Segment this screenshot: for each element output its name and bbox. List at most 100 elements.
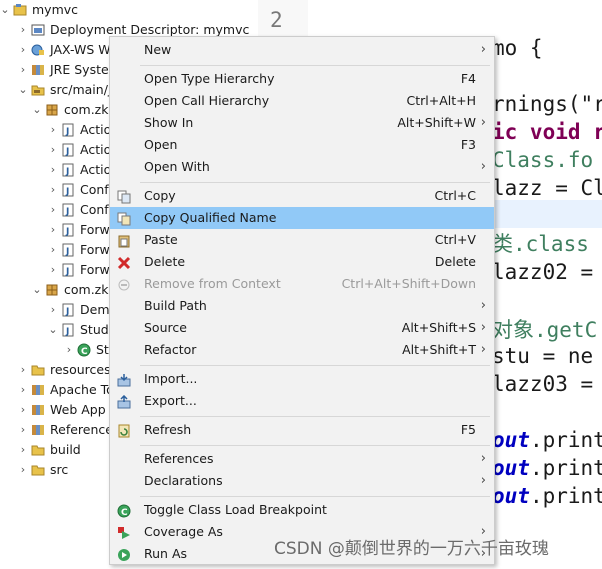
code-line: 对象.getC — [492, 316, 597, 344]
menu-item-declarations[interactable]: Declarations › — [110, 470, 494, 492]
java-file-icon: J — [61, 163, 75, 177]
tree-item-label: JRE Syster — [50, 62, 114, 77]
folder-icon — [31, 363, 45, 377]
menu-item-toggle-class-load-breakpoint[interactable]: C Toggle Class Load Breakpoint — [110, 499, 494, 521]
menu-item-label: Import... — [144, 371, 198, 386]
tree-collapse-icon[interactable]: ⌄ — [18, 80, 28, 100]
tree-collapse-icon[interactable]: ⌄ — [0, 0, 10, 20]
menu-item-shortcut: Ctrl+Alt+Shift+Down — [341, 276, 476, 291]
svg-text:C: C — [81, 347, 88, 357]
project-icon — [13, 3, 27, 17]
menu-item-delete[interactable]: Delete Delete — [110, 251, 494, 273]
java-file-icon: J — [61, 303, 75, 317]
menu-item-new[interactable]: New › — [110, 39, 494, 61]
menu-item-label: Copy Qualified Name — [144, 210, 277, 225]
submenu-arrow-icon: › — [480, 298, 486, 313]
tree-collapse-icon[interactable]: ⌄ — [48, 320, 58, 340]
tree-expand-icon[interactable]: › — [48, 140, 58, 160]
tree-expand-icon[interactable]: › — [18, 380, 28, 400]
java-file-icon: J — [61, 223, 75, 237]
tree-expand-icon[interactable]: › — [48, 240, 58, 260]
tree-expand-icon[interactable]: › — [64, 340, 74, 360]
menu-item-open[interactable]: Open F3 — [110, 134, 494, 156]
svg-text:J: J — [65, 307, 69, 317]
code-line: rnings("r — [492, 90, 602, 118]
menu-item-shortcut: Alt+Shift+T — [402, 342, 476, 357]
menu-item-build-path[interactable]: Build Path › — [110, 295, 494, 317]
delete-icon — [117, 255, 131, 270]
tree-item-label: JAX-WS W — [50, 42, 111, 57]
breakpoint-icon: C — [117, 503, 131, 518]
menu-item-show-in[interactable]: Show In Alt+Shift+W › — [110, 112, 494, 134]
menu-item-paste[interactable]: Paste Ctrl+V — [110, 229, 494, 251]
menu-item-refresh[interactable]: Refresh F5 — [110, 419, 494, 441]
menu-item-copy-qualified-name[interactable]: Copy Qualified Name — [110, 207, 494, 229]
tree-expand-icon[interactable]: › — [48, 300, 58, 320]
code-token: out — [492, 456, 530, 480]
menu-item-import[interactable]: Import... — [110, 368, 494, 390]
copy-icon — [117, 189, 131, 204]
code-line: Class.fo — [492, 146, 593, 174]
menu-item-refactor[interactable]: Refactor Alt+Shift+T › — [110, 339, 494, 361]
java-file-icon: J — [61, 243, 75, 257]
menu-separator — [140, 365, 490, 366]
export-icon — [117, 394, 131, 409]
tree-expand-icon[interactable]: › — [18, 20, 28, 40]
tree-expand-icon[interactable]: › — [18, 440, 28, 460]
menu-item-label: Source — [144, 320, 187, 335]
java-file-icon: J — [61, 203, 75, 217]
run-icon — [117, 547, 131, 561]
submenu-arrow-icon: › — [480, 342, 486, 357]
tree-item-label: Actio — [80, 162, 112, 177]
menu-item-shortcut: Alt+Shift+W — [397, 115, 476, 130]
tree-item-label: Forw — [80, 242, 110, 257]
menu-item-label: Remove from Context — [144, 276, 281, 291]
tree-item-label: mymvc — [32, 2, 79, 17]
menu-item-label: Build Path — [144, 298, 207, 313]
submenu-arrow-icon: › — [480, 473, 486, 488]
tree-item-label: Forw — [80, 262, 110, 277]
tree-expand-icon[interactable]: › — [18, 460, 28, 480]
tree-expand-icon[interactable]: › — [18, 360, 28, 380]
menu-item-shortcut: F5 — [460, 422, 476, 437]
tree-item-label: Actio — [80, 122, 112, 137]
java-file-icon: J — [61, 143, 75, 157]
java-file-icon: J — [61, 323, 75, 337]
menu-item-label: References — [144, 451, 214, 466]
remove-context-icon — [117, 277, 131, 291]
menu-item-open-type-hierarchy[interactable]: Open Type Hierarchy F4 — [110, 68, 494, 90]
tree-expand-icon[interactable]: › — [18, 60, 28, 80]
code-line: stu = ne — [492, 342, 593, 370]
tree-expand-icon[interactable]: › — [18, 420, 28, 440]
library-icon — [31, 423, 45, 437]
menu-separator — [140, 496, 490, 497]
svg-text:J: J — [65, 267, 69, 277]
tree-item-label: com.zki — [64, 282, 112, 297]
menu-item-source[interactable]: Source Alt+Shift+S › — [110, 317, 494, 339]
tree-expand-icon[interactable]: › — [48, 260, 58, 280]
tree-expand-icon[interactable]: › — [48, 200, 58, 220]
menu-item-references[interactable]: References › — [110, 448, 494, 470]
tree-expand-icon[interactable]: › — [48, 120, 58, 140]
tree-expand-icon[interactable]: › — [48, 220, 58, 240]
code-line: lazz03 = — [492, 370, 593, 398]
tree-expand-icon[interactable]: › — [18, 40, 28, 60]
code-line: lazz = Cl — [492, 174, 602, 202]
menu-item-open-with[interactable]: Open With › — [110, 156, 494, 178]
menu-item-copy[interactable]: Copy Ctrl+C — [110, 185, 494, 207]
menu-separator — [140, 416, 490, 417]
tree-expand-icon[interactable]: › — [18, 400, 28, 420]
tree-expand-icon[interactable]: › — [48, 180, 58, 200]
code-line: ic void r — [492, 118, 602, 146]
tree-expand-icon[interactable]: › — [48, 160, 58, 180]
tree-collapse-icon[interactable]: ⌄ — [32, 280, 42, 300]
menu-item-shortcut: F3 — [460, 137, 476, 152]
menu-item-label: Open Type Hierarchy — [144, 71, 275, 86]
svg-text:J: J — [65, 187, 69, 197]
menu-item-export[interactable]: Export... — [110, 390, 494, 412]
menu-item-open-call-hierarchy[interactable]: Open Call Hierarchy Ctrl+Alt+H — [110, 90, 494, 112]
library-icon — [31, 403, 45, 417]
tree-collapse-icon[interactable]: ⌄ — [32, 100, 42, 120]
menu-item-label: Coverage As — [144, 524, 223, 539]
svg-text:J: J — [65, 207, 69, 217]
